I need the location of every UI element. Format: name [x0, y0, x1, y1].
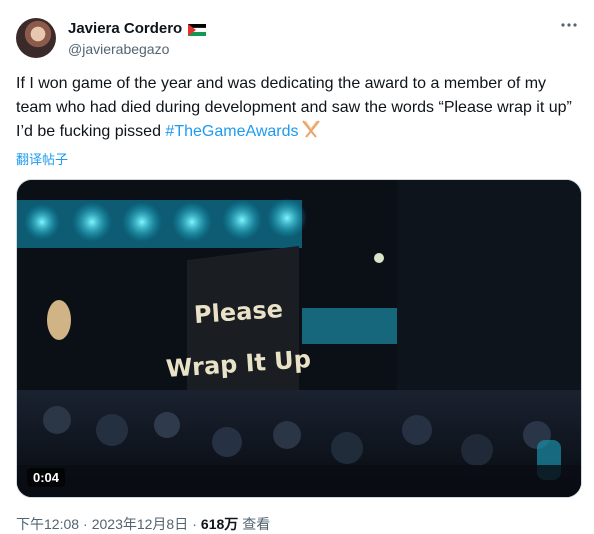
views-label: 查看	[242, 516, 271, 532]
tweet-meta: 下午12:08 · 2023年12月8日 · 618万 查看	[16, 514, 270, 534]
hashtag-link[interactable]: #TheGameAwards	[165, 123, 298, 140]
author-display-name[interactable]: Javiera Cordero	[68, 20, 182, 37]
post-date[interactable]: 2023年12月8日	[92, 514, 189, 534]
avatar[interactable]	[16, 18, 56, 58]
more-horizontal-icon[interactable]	[560, 16, 578, 39]
video-player[interactable]: Please Wrap It Up 0:04	[16, 179, 582, 498]
author-name-row: Javiera Cordero	[68, 20, 207, 37]
views-count: 618万	[200, 516, 239, 532]
tweet-text: If I won game of the year and was dedica…	[16, 72, 576, 146]
author-handle[interactable]: @javierabegazo	[68, 41, 169, 57]
post-time[interactable]: 下午12:08	[16, 514, 79, 534]
palestine-flag-icon	[188, 23, 207, 36]
meta-separator: ·	[83, 516, 88, 532]
video-duration: 0:04	[27, 468, 66, 487]
game-awards-icon	[301, 120, 321, 146]
video-frame: Please Wrap It Up	[17, 180, 581, 497]
translate-post-link[interactable]: 翻译帖子	[16, 149, 68, 168]
meta-separator: ·	[192, 516, 197, 532]
